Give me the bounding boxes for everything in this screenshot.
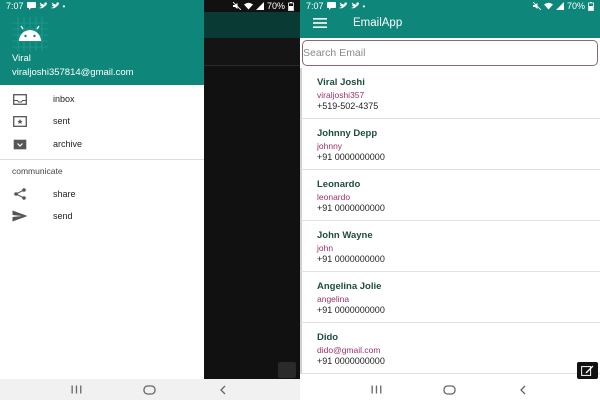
drawer-item-inbox[interactable]: inbox (0, 88, 204, 110)
recents-icon (371, 385, 382, 394)
twitter-icon-2 (50, 2, 60, 9)
back-icon (220, 385, 226, 394)
android-avatar-icon (12, 17, 48, 51)
contact-username: leonardo (317, 192, 351, 202)
drawer-section-title: communicate (12, 166, 63, 176)
contact-phone: +91 0000000000 (317, 152, 385, 162)
contact-phone: +91 0000000000 (317, 356, 385, 366)
drawer-divider (0, 159, 204, 160)
drawer-item-send[interactable]: send (0, 205, 204, 227)
signal-icon (555, 2, 564, 10)
home-icon (443, 384, 457, 395)
contact-card[interactable]: Johnny Depp johnny +91 0000000000 (300, 119, 600, 170)
dot-icon: • (362, 1, 366, 11)
contact-phone: +91 0000000000 (317, 254, 385, 264)
archive-icon (12, 137, 28, 151)
contact-name: John Wayne (317, 230, 373, 241)
hamburger-menu-icon[interactable] (313, 18, 327, 28)
drawer-user-email: viraljoshi357814@gmail.com (12, 67, 134, 78)
contact-name: Johnny Depp (317, 128, 378, 139)
dimmed-scrim[interactable] (204, 66, 300, 379)
dot-icon: • (62, 1, 66, 11)
contact-name: Dido (317, 332, 339, 343)
wifi-icon (543, 2, 553, 10)
system-nav-bar (0, 379, 300, 400)
inbox-icon (12, 92, 28, 106)
share-icon (12, 187, 28, 201)
search-box (302, 40, 598, 66)
home-button[interactable] (443, 384, 457, 396)
twitter-icon (38, 2, 48, 9)
contact-phone: +519-502-4375 (317, 101, 379, 111)
drawer-item-label: send (53, 211, 73, 221)
recents-icon (71, 385, 82, 394)
contact-name: Angelina Jolie (317, 281, 382, 292)
contact-name: Viral Joshi (317, 77, 365, 88)
battery-icon (288, 1, 294, 11)
drawer-item-label: share (53, 189, 76, 199)
dimmed-app-bar (204, 12, 300, 38)
drawer-item-label: archive (53, 139, 83, 149)
twitter-icon-2 (350, 2, 360, 9)
dimmed-search-area (204, 38, 300, 66)
contact-phone: +91 0000000000 (317, 203, 385, 213)
contact-username: angelina (317, 294, 350, 304)
navigation-drawer: Viral viraljoshi357814@gmail.com inbox s… (0, 0, 204, 379)
home-icon (143, 384, 157, 395)
left-phone-screen: Viral viraljoshi357814@gmail.com inbox s… (0, 0, 300, 400)
mute-icon (532, 2, 541, 10)
battery-icon (588, 1, 594, 11)
drawer-item-label: inbox (53, 94, 75, 104)
status-bar: 7:07 • 70% (0, 0, 300, 12)
back-icon (520, 385, 526, 394)
right-phone-screen: EmailApp 7:07 • 70% Viral Joshi viraljos… (300, 0, 600, 400)
contact-card[interactable]: John Wayne john +91 0000000000 (300, 221, 600, 272)
recents-button[interactable] (370, 384, 384, 396)
recents-button[interactable] (70, 384, 84, 396)
compose-icon (581, 365, 594, 376)
contact-username: viraljoshi357 (317, 90, 365, 100)
dimmed-compose-fab (278, 362, 296, 378)
battery-percent: 70% (566, 1, 585, 11)
drawer-header: Viral viraljoshi357814@gmail.com (0, 0, 204, 85)
back-button[interactable] (516, 384, 530, 396)
system-nav-bar (300, 379, 600, 400)
chat-icon (26, 2, 36, 10)
status-time: 7:07 (6, 1, 24, 11)
search-input[interactable] (303, 41, 597, 65)
app-title: EmailApp (353, 17, 403, 29)
contact-phone: +91 0000000000 (317, 305, 385, 315)
status-time: 7:07 (306, 1, 324, 11)
drawer-user-name: Viral (12, 53, 31, 64)
contact-card[interactable]: Angelina Jolie angelina +91 0000000000 (300, 272, 600, 323)
back-button[interactable] (216, 384, 230, 396)
chat-icon (326, 2, 336, 10)
contact-card[interactable]: Viral Joshi viraljoshi357 +519-502-4375 (300, 68, 600, 119)
home-button[interactable] (143, 384, 157, 396)
drawer-item-share[interactable]: share (0, 183, 204, 205)
contact-username: john (317, 243, 334, 253)
drawer-item-label: sent (53, 116, 71, 126)
contact-card[interactable]: Dido dido@gmail.com +91 0000000000 (300, 323, 600, 374)
battery-percent: 70% (266, 1, 285, 11)
drawer-item-archive[interactable]: archive (0, 133, 204, 155)
wifi-icon (243, 2, 253, 10)
drawer-item-sent[interactable]: sent (0, 110, 204, 132)
twitter-icon (338, 2, 348, 9)
contact-username: johnny (317, 141, 343, 151)
status-bar: 7:07 • 70% (300, 0, 600, 12)
contact-username: dido@gmail.com (317, 345, 381, 355)
signal-icon (255, 2, 264, 10)
send-icon (12, 209, 28, 223)
contact-card[interactable]: Leonardo leonardo +91 0000000000 (300, 170, 600, 221)
sent-icon (12, 114, 28, 128)
mute-icon (232, 2, 241, 10)
contact-name: Leonardo (317, 179, 361, 190)
compose-button[interactable] (577, 362, 598, 379)
